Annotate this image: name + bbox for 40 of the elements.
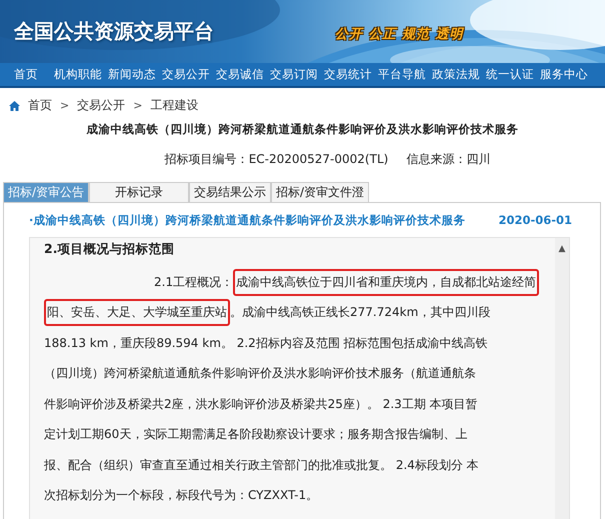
- nav-link[interactable]: 交易订阅: [270, 67, 318, 82]
- paragraph-text: 次招标划分为一个标段，标段代号为：CYZXXT-1。: [44, 487, 318, 504]
- nav-link[interactable]: 机构职能: [54, 67, 102, 82]
- tab[interactable]: 开标记录: [89, 182, 190, 202]
- info-source: 信息来源：四川: [406, 151, 490, 168]
- home-icon: [9, 100, 20, 110]
- paragraph-text: （四川境）跨河桥梁航道通航条件影响评价及洪水影响评价技术服务（航道通航条: [44, 365, 476, 382]
- paragraph-text: 。成渝中线高铁正线长277.724km，其中四川段: [230, 304, 490, 322]
- project-title: 成渝中线高铁（四川境）跨河桥梁航道通航条件影响评价及洪水影响评价技术服务: [86, 122, 520, 137]
- nav-link[interactable]: 交易公开: [162, 67, 210, 82]
- nav-link[interactable]: 交易统计: [324, 67, 372, 82]
- notice-date: 2020-06-01: [498, 213, 572, 228]
- paragraph-text: 定计划工期60天，实际工期需满足各阶段勘察设计要求；服务期含报告编制、上: [44, 426, 468, 444]
- site-title: 全国公共资源交易平台: [14, 18, 214, 45]
- tab[interactable]: 招标/资审文件澄: [271, 182, 370, 202]
- paragraph-text: 2.1工程概况：: [154, 274, 234, 291]
- nav-link[interactable]: 平台导航: [378, 67, 426, 82]
- notice-link[interactable]: ·成渝中线高铁（四川境）跨河桥梁航道通航条件影响评价及洪水影响评价技术服务: [29, 213, 466, 228]
- section-heading: 2.项目概况与招标范围: [44, 241, 176, 258]
- nav-link[interactable]: 首页: [14, 67, 38, 82]
- project-number: 招标项目编号：EC-20200527-0002(TL): [164, 151, 388, 168]
- breadcrumb-separator: >: [60, 99, 70, 112]
- nav-link[interactable]: 服务中心: [540, 67, 588, 82]
- paragraph-text: 件影响评价涉及桥梁共2座，洪水影响评价涉及桥梁共25座）。 2.3工期 本项目暂: [44, 396, 478, 413]
- highlighted-text: 成渝中线高铁位于四川省和重庆境内，自成都北站途经简: [233, 268, 540, 296]
- nav-link[interactable]: 新闻动态: [108, 67, 156, 82]
- paragraph-text: 报、配合（组织）审查直至通过相关行政主管部门的批准或批复。 2.4标段划分 本: [44, 456, 479, 474]
- tab[interactable]: 交易结果公示: [189, 182, 272, 202]
- nav-link[interactable]: 统一认证: [486, 67, 534, 82]
- nav-link[interactable]: 政策法规: [432, 67, 480, 82]
- paragraph-text: 188.13 km，重庆段89.594 km。 2.2招标内容及范围 招标范围包括成渝中线高铁: [44, 334, 488, 352]
- breadcrumb-link[interactable]: 交易公开: [77, 97, 126, 114]
- breadcrumb-link[interactable]: 工程建设: [150, 97, 198, 114]
- breadcrumb-separator: >: [133, 99, 142, 112]
- breadcrumb-link[interactable]: 首页: [28, 97, 52, 114]
- tab[interactable]: 招标/资审公告: [3, 182, 90, 202]
- scroll-up-button[interactable]: ▲: [558, 244, 566, 256]
- nav-link[interactable]: 交易诚信: [216, 67, 264, 82]
- slogan: 公开 公正 规范 透明: [335, 26, 464, 43]
- highlighted-text: 阳、安岳、大足、大学城至重庆站: [44, 299, 230, 326]
